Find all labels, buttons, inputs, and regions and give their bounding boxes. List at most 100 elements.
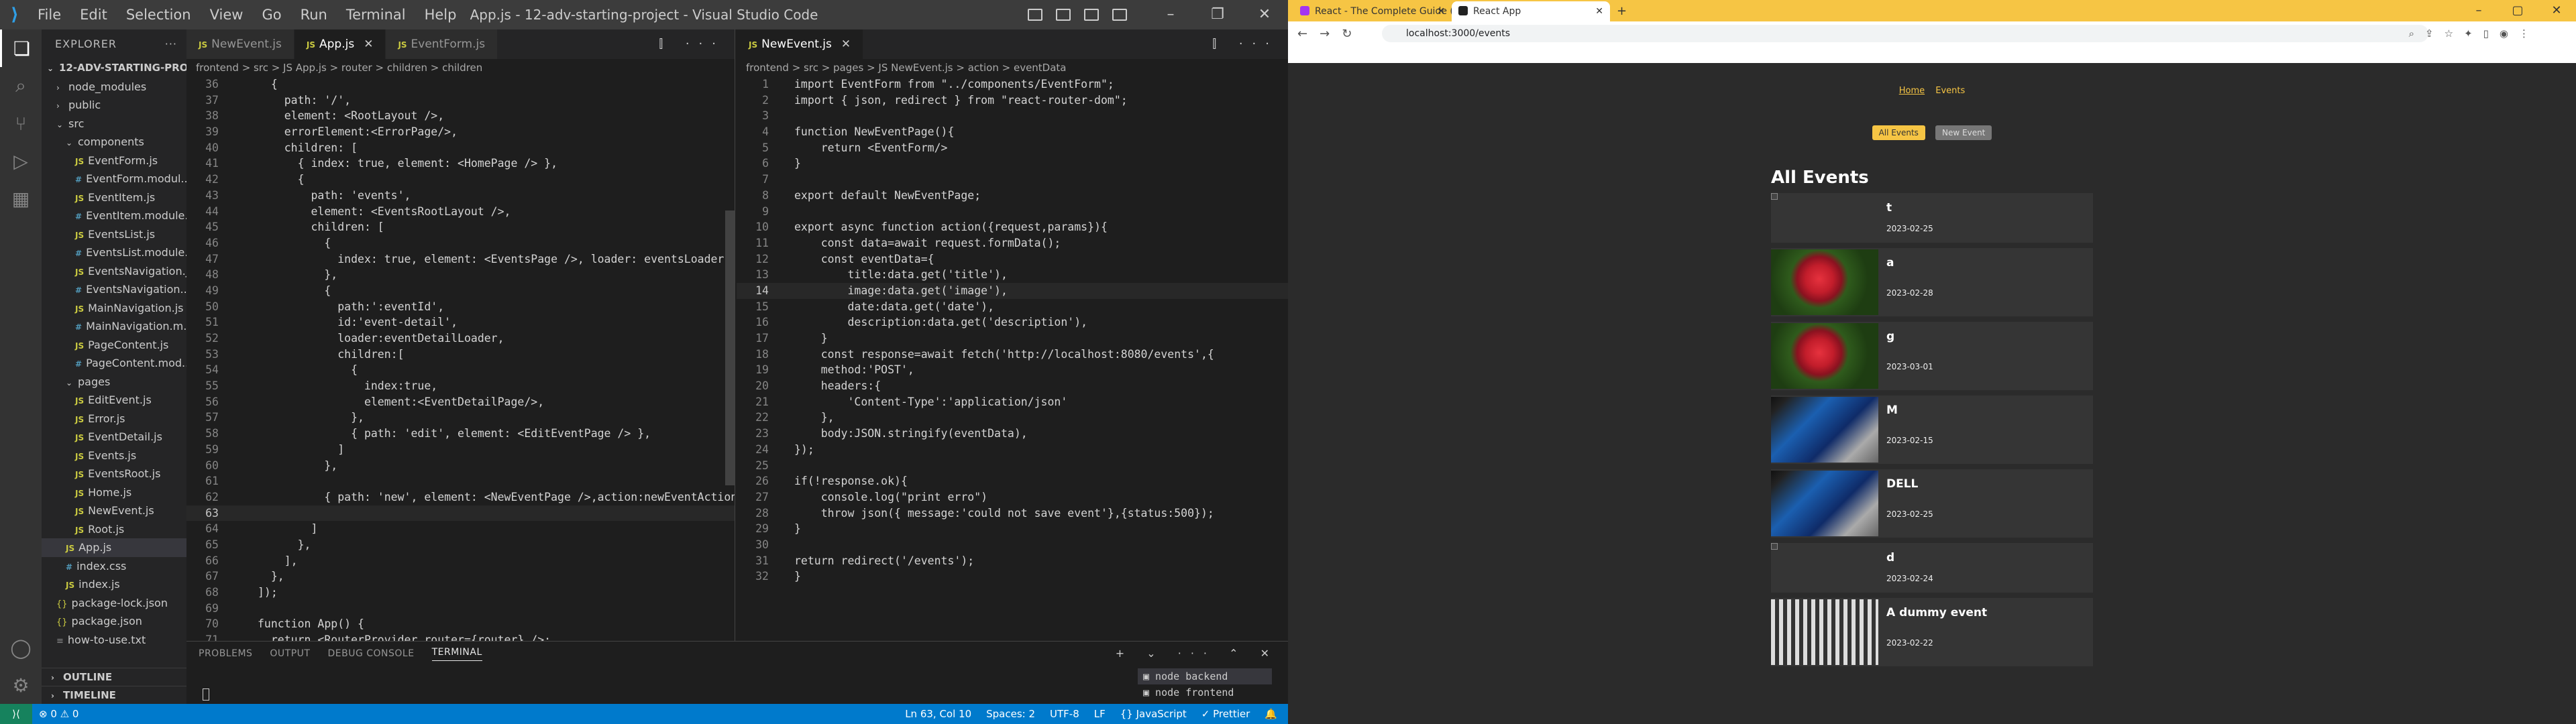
menu-go[interactable]: Go [254,0,289,29]
status-item[interactable]: LF [1094,704,1106,724]
run-debug-icon[interactable]: ▷ [0,142,42,180]
bookmark-star-icon[interactable]: ☆ [2445,21,2453,46]
layout-controls[interactable] [1028,0,1127,29]
terminal-instance[interactable]: ▣ node frontend [1138,684,1272,701]
split-editor-actions[interactable]: ⫿ ··· [1212,29,1279,59]
file-tree-item[interactable]: ⌄ src [42,115,186,133]
file-tree-item[interactable]: # PageContent.mod... [42,354,186,373]
event-item[interactable]: d 2023-02-24 [1771,543,2093,593]
menu-file[interactable]: File [30,0,69,29]
file-tree-item[interactable]: ⌄ 12-ADV-STARTING-PROJE... [42,59,186,78]
menu-help[interactable]: Help [417,0,465,29]
status-item[interactable]: ✓ Prettier [1201,704,1250,724]
toggle-panel-icon[interactable] [1056,9,1071,21]
file-tree-item[interactable]: JS MainNavigation.js [42,299,186,318]
status-item[interactable]: Ln 63, Col 10 [905,704,971,724]
panel-tab-terminal[interactable]: TERMINAL [431,647,482,661]
panel-actions[interactable]: + ⌄ ··· ⌃ ✕ [1116,647,1279,660]
file-tree-item[interactable]: JS EventForm.js [42,152,186,170]
restore-icon[interactable]: ❐ [1194,0,1241,29]
browser-tab[interactable]: React App ✕ [1452,1,1610,21]
customize-layout-icon[interactable] [1112,9,1127,21]
file-tree-item[interactable]: JS App.js [42,538,186,557]
editor-tab[interactable]: JS EventForm.js [386,29,498,59]
menu-edit[interactable]: Edit [72,0,115,29]
new-tab-icon[interactable]: + [1610,1,1633,21]
close-window-icon[interactable]: ✕ [2537,0,2576,21]
file-tree-item[interactable]: JS EventItem.js [42,188,186,207]
file-tree-item[interactable]: › public [42,96,186,115]
nav-events-link[interactable]: Events [1935,86,1965,96]
minimize-icon[interactable]: – [2459,0,2498,21]
event-item[interactable]: a 2023-02-28 [1771,248,2093,316]
code-editor-right[interactable]: 1 import EventForm from "../components/Ev… [737,76,1288,585]
toggle-secondary-sidebar-icon[interactable] [1084,9,1099,21]
explorer-icon[interactable]: ❏ [0,29,42,67]
share-icon[interactable]: ⇪ [2425,21,2434,46]
minimize-icon[interactable]: – [1147,0,1194,29]
file-tree-item[interactable]: # MainNavigation.m... [42,317,186,336]
forward-icon[interactable]: → [1320,27,1330,41]
event-item[interactable]: A dummy event 2023-02-22 [1771,598,2093,666]
menu-selection[interactable]: Selection [118,0,199,29]
address-bar[interactable]: localhost:3000/events [1382,25,2428,42]
file-tree-item[interactable]: # EventItem.module... [42,206,186,225]
code-editor-left[interactable]: 36 {37 path: '/', 38 element: <RootLayout… [186,76,735,641]
file-tree-item[interactable]: › node_modules [42,78,186,97]
event-item[interactable]: t 2023-02-25 [1771,193,2093,243]
status-item[interactable]: Spaces: 2 [986,704,1035,724]
split-editor-actions[interactable]: ⫿ ··· [659,29,725,59]
close-window-icon[interactable]: ✕ [1241,0,1288,29]
file-tree-item[interactable]: JS EventsNavigation.js [42,262,186,281]
nav-home-link[interactable]: Home [1899,86,1925,96]
maximize-icon[interactable]: ▢ [2498,0,2537,21]
file-tree-item[interactable]: JS index.js [42,575,186,594]
close-tab-icon[interactable]: ✕ [841,38,851,51]
panel-tab-problems[interactable]: PROBLEMS [199,648,252,659]
event-item[interactable]: M 2023-02-15 [1771,396,2093,464]
file-tree-item[interactable]: ⌄ components [42,133,186,152]
editor-scrollbar[interactable] [725,210,735,485]
file-tree-item[interactable]: # EventsList.module... [42,243,186,262]
file-tree-item[interactable]: JS NewEvent.js [42,501,186,520]
browser-tab[interactable]: React - The Complete Guide (inc...✕ [1293,1,1452,21]
close-tab-icon[interactable]: ✕ [1437,1,1445,21]
new-event-button[interactable]: New Event [1935,125,1992,140]
terminal-instance[interactable]: ▣ node backend [1138,668,1272,684]
file-tree-item[interactable]: JS EventDetail.js [42,428,186,446]
file-tree-item[interactable]: JS Events.js [42,446,186,465]
close-tab-icon[interactable]: ✕ [364,38,373,51]
timeline-section[interactable]: › TIMELINE [42,686,186,704]
breadcrumb[interactable]: frontend > src > JS App.js > router > ch… [186,59,735,76]
reload-icon[interactable]: ↻ [1342,27,1352,41]
file-tree-item[interactable]: # index.css [42,557,186,576]
event-item[interactable]: DELL 2023-02-25 [1771,469,2093,538]
profile-icon[interactable]: ◉ [2500,21,2508,46]
file-tree-item[interactable]: JS PageContent.js [42,336,186,355]
extensions-icon[interactable]: ▦ [0,180,42,217]
file-tree-item[interactable]: JS EditEvent.js [42,391,186,410]
editor-tab[interactable]: JS NewEvent.js ✕ [737,29,864,59]
all-events-button[interactable]: All Events [1872,125,1925,140]
file-tree-item[interactable]: ≡ how-to-use.txt [42,631,186,650]
zoom-icon[interactable]: ⌕ [2409,21,2414,46]
editor-tab[interactable]: JS App.js ✕ [294,29,386,59]
account-icon[interactable]: ◯ [0,629,42,666]
remote-indicator-icon[interactable]: ⟩⟨ [0,704,32,724]
status-item[interactable]: {} JavaScript [1120,704,1187,724]
outline-section[interactable]: › OUTLINE [42,668,186,686]
source-control-icon[interactable]: ⑂ [0,105,42,142]
menu-terminal[interactable]: Terminal [338,0,414,29]
menu-view[interactable]: View [202,0,252,29]
file-tree-item[interactable]: # EventForm.modul... [42,170,186,188]
file-tree-item[interactable]: ⌄ pages [42,373,186,391]
file-tree-item[interactable]: JS Error.js [42,410,186,428]
settings-gear-icon[interactable]: ⚙ [0,666,42,704]
close-tab-icon[interactable]: ✕ [1595,1,1603,21]
panel-tab-output[interactable]: OUTPUT [270,648,310,659]
file-tree-item[interactable]: # EventsNavigation... [42,280,186,299]
notifications-bell-icon[interactable]: 🔔 [1265,704,1277,724]
file-tree-item[interactable]: JS EventsList.js [42,225,186,244]
extensions-icon[interactable]: ✦ [2464,21,2473,46]
file-tree-item[interactable]: JS EventsRoot.js [42,465,186,483]
